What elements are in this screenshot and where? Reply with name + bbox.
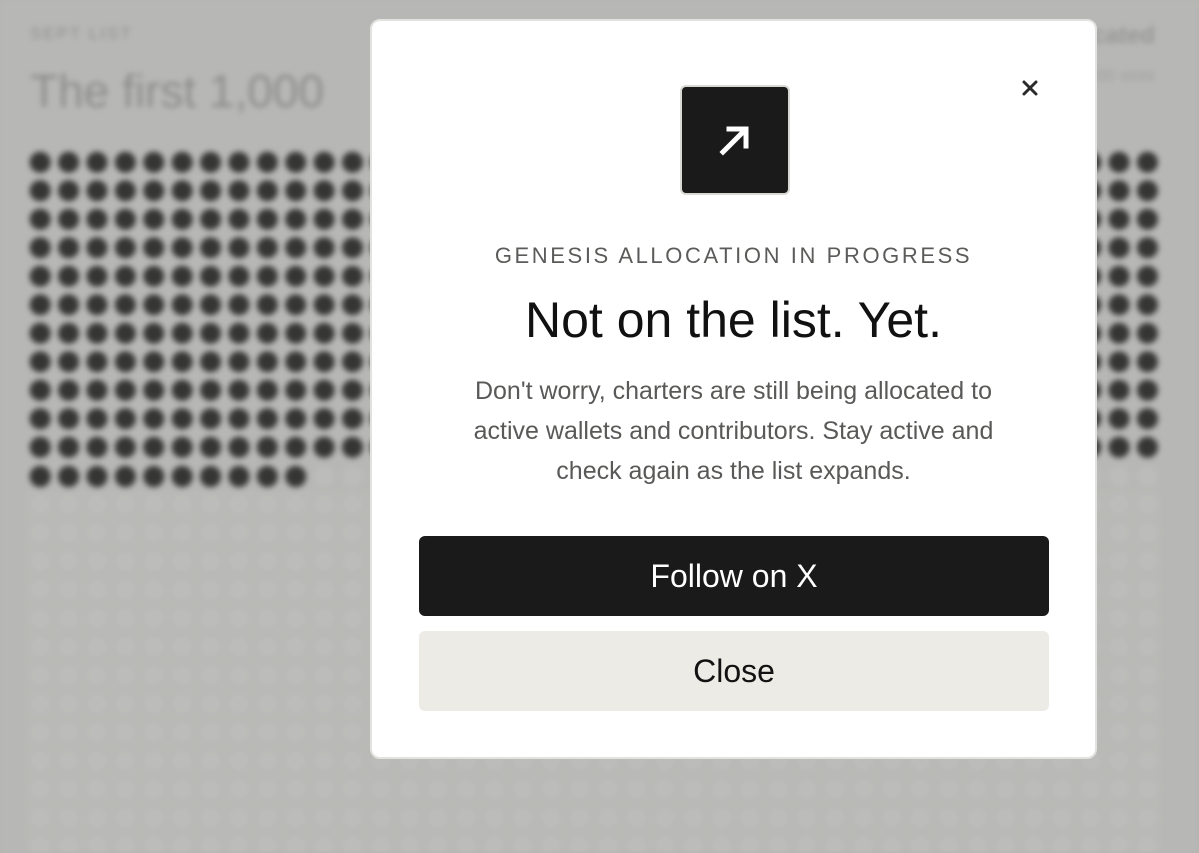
close-icon[interactable] (1015, 73, 1045, 103)
follow-on-x-button[interactable]: Follow on X (419, 536, 1049, 616)
modal-badge (680, 85, 790, 195)
allocation-modal: GENESIS ALLOCATION IN PROGRESS Not on th… (370, 19, 1097, 759)
arrow-up-right-icon (719, 126, 749, 156)
modal-eyebrow: GENESIS ALLOCATION IN PROGRESS (494, 243, 973, 268)
modal-body-text: Don't worry, charters are still being al… (473, 377, 994, 485)
modal-headline: Not on the list. Yet. (525, 292, 942, 348)
close-button[interactable]: Close (419, 631, 1049, 711)
